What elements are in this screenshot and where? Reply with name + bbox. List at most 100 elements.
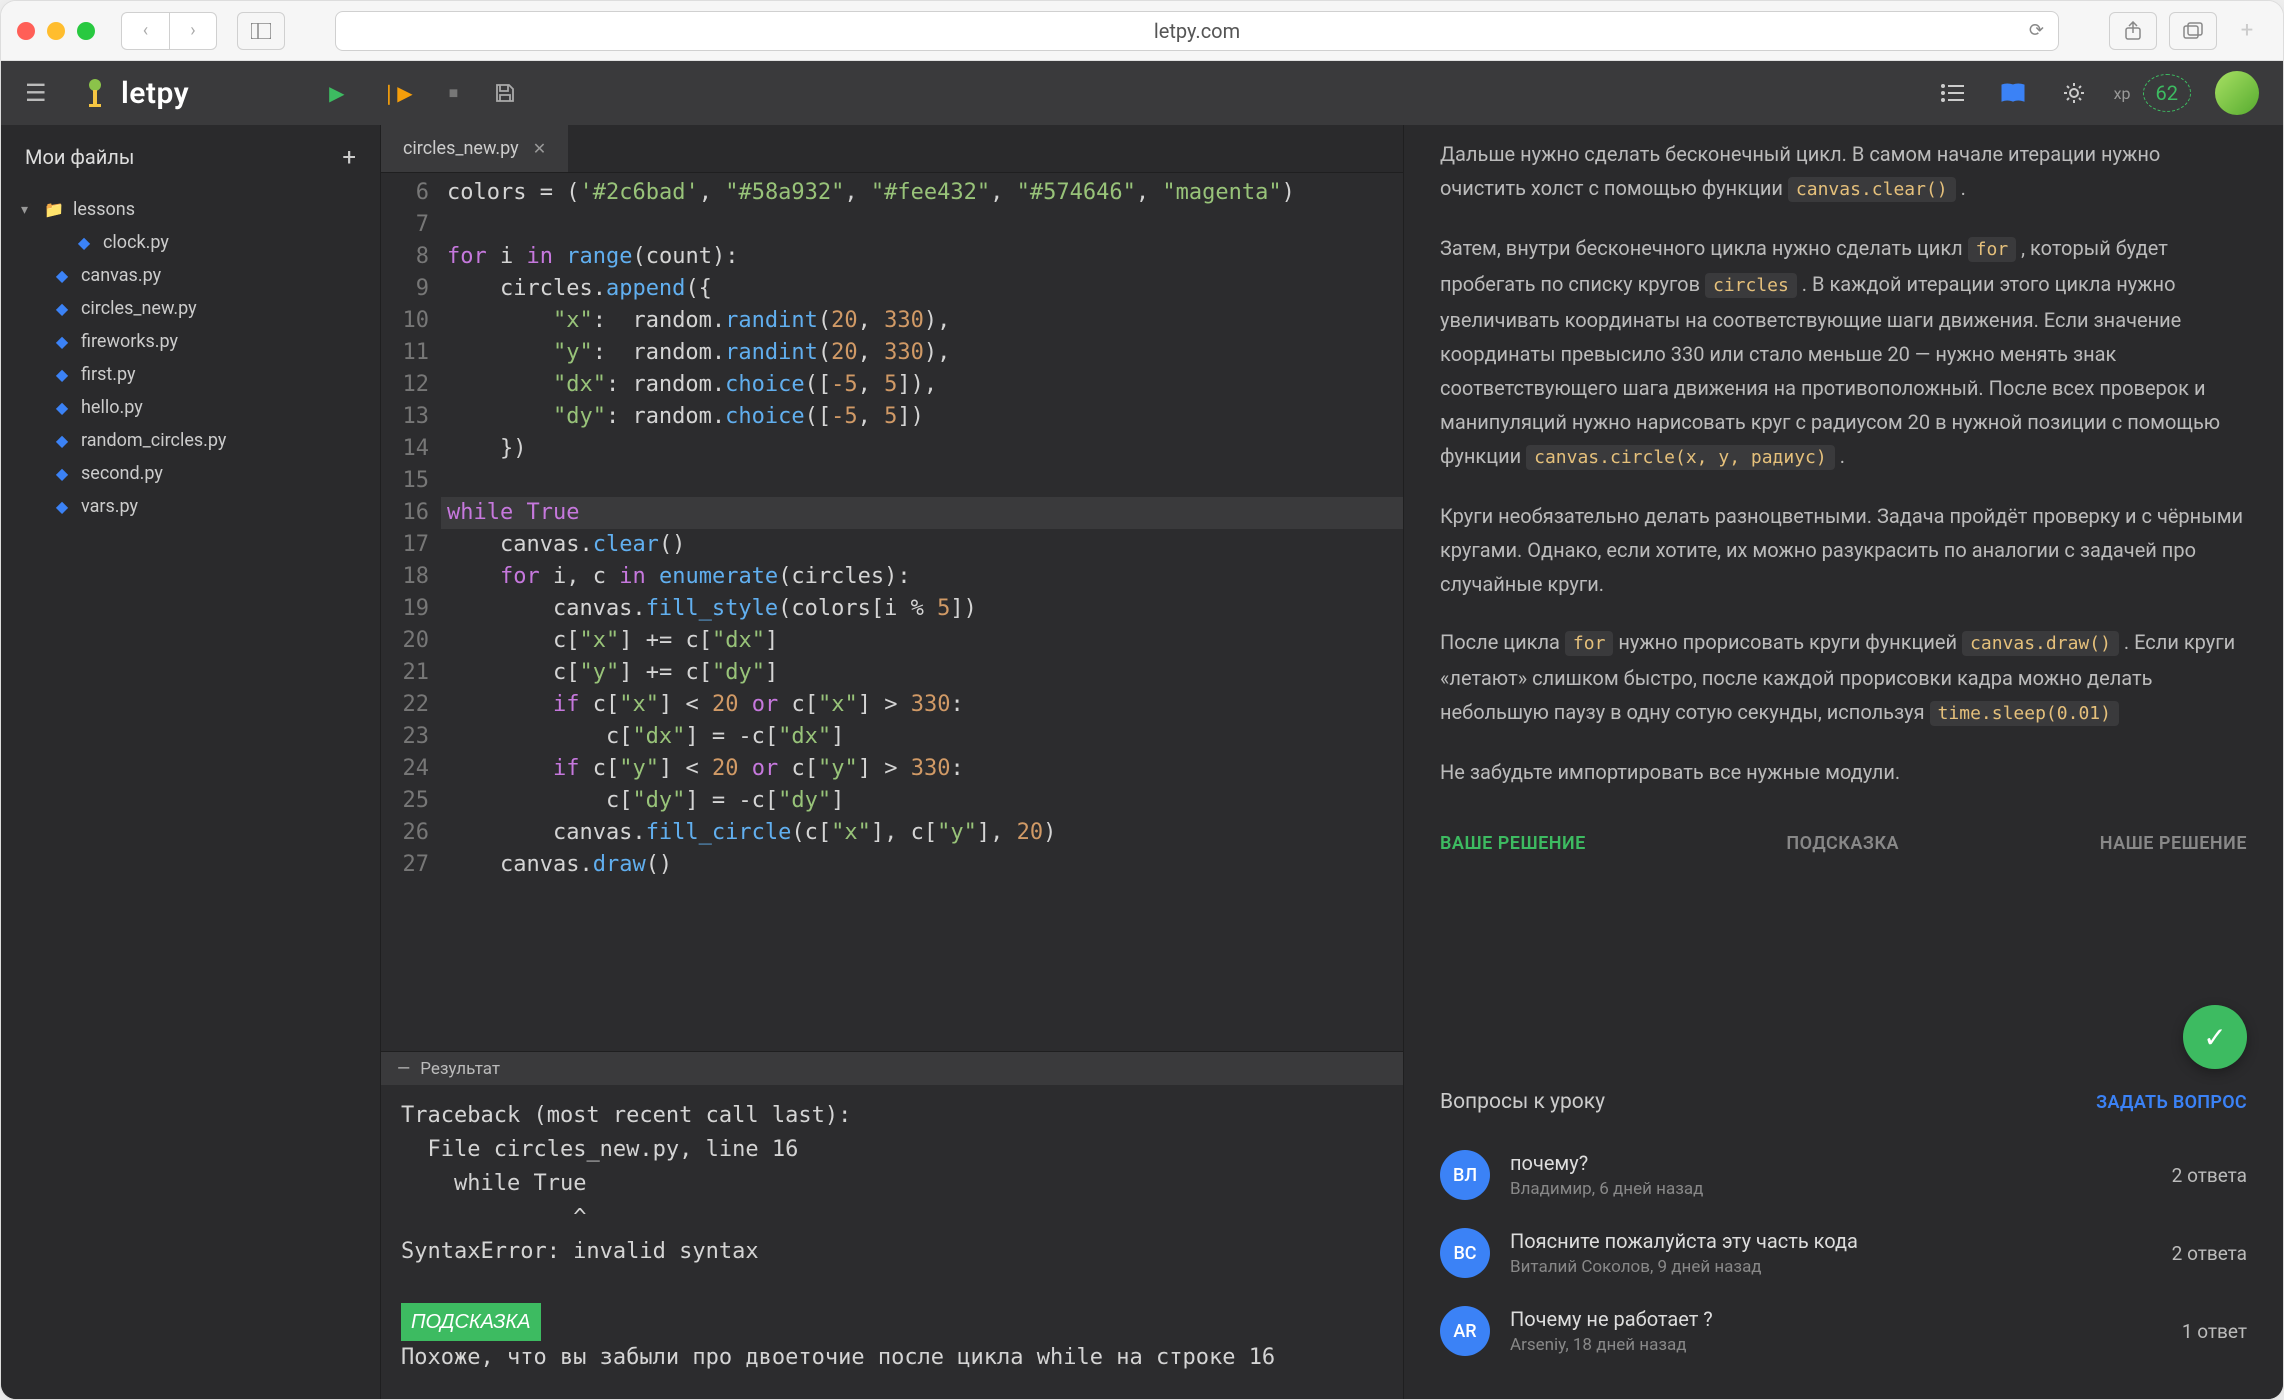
qa-meta: Arseniy, 18 дней назад xyxy=(1510,1335,2162,1355)
avatar[interactable] xyxy=(2215,71,2259,115)
maximize-window-icon[interactable] xyxy=(77,22,95,40)
python-file-icon: ◆ xyxy=(53,300,71,318)
file-item[interactable]: ◆second.py xyxy=(1,457,380,490)
editor: circles_new.py ✕ 67891011121314151617181… xyxy=(381,125,1403,1399)
close-icon[interactable]: ✕ xyxy=(533,139,546,158)
code-body[interactable]: colors = ('#2c6bad', "#58a932", "#fee432… xyxy=(441,173,1403,1051)
file-item[interactable]: ◆ clock.py xyxy=(1,226,380,259)
code-line[interactable]: "y": random.randint(20, 330), xyxy=(441,337,1403,369)
file-item[interactable]: ◆fireworks.py xyxy=(1,325,380,358)
ask-question-button[interactable]: ЗАДАТЬ ВОПРОС xyxy=(2096,1092,2247,1113)
code-line[interactable]: c["dx"] = -c["dx"] xyxy=(441,721,1403,753)
qa-item[interactable]: ВЛпочему?Владимир, 6 дней назад2 ответа xyxy=(1440,1136,2247,1214)
new-tab-button[interactable]: + xyxy=(2227,11,2267,51)
list-icon[interactable] xyxy=(1940,83,1964,103)
result-label: Результат xyxy=(420,1059,500,1079)
code-line[interactable]: while True xyxy=(441,497,1403,529)
code-snippet: circles xyxy=(1705,273,1797,298)
tab-hint[interactable]: ПОДСКАЗКА xyxy=(1786,821,1899,866)
instruction-panel: Дальше нужно сделать бесконечный цикл. В… xyxy=(1403,125,2283,1399)
line-gutter: 6789101112131415161718192021222324252627 xyxy=(381,173,441,1051)
qa-question: Поясните пожалуйста эту часть кода xyxy=(1510,1229,2152,1253)
qa-question: почему? xyxy=(1510,1151,2152,1175)
tabs-button[interactable] xyxy=(2169,12,2217,50)
qa-item[interactable]: ARПочему не работает ?Arseniy, 18 дней н… xyxy=(1440,1292,2247,1370)
editor-tab[interactable]: circles_new.py ✕ xyxy=(381,125,569,172)
share-button[interactable] xyxy=(2109,12,2157,50)
code-line[interactable]: }) xyxy=(441,433,1403,465)
code-line[interactable]: if c["y"] < 20 or c["y"] > 330: xyxy=(441,753,1403,785)
code-line[interactable]: if c["x"] < 20 or c["x"] > 330: xyxy=(441,689,1403,721)
code-line[interactable]: "dx": random.choice([-5, 5]), xyxy=(441,369,1403,401)
file-item[interactable]: ◆ vars.py xyxy=(1,490,380,523)
code-line[interactable]: canvas.fill_style(colors[i % 5]) xyxy=(441,593,1403,625)
file-item[interactable]: ◆hello.py xyxy=(1,391,380,424)
qa-answer-count: 2 ответа xyxy=(2172,1242,2247,1265)
logo-mark-icon xyxy=(81,79,109,107)
code-line[interactable]: canvas.fill_circle(c["x"], c["y"], 20) xyxy=(441,817,1403,849)
url-bar[interactable]: letpy.com ⟳ xyxy=(335,11,2059,51)
qa-section: Вопросы к уроку ЗАДАТЬ ВОПРОС ВЛпочему?В… xyxy=(1404,1066,2283,1394)
refresh-icon[interactable]: ⟳ xyxy=(2029,20,2044,41)
stop-button[interactable]: ■ xyxy=(449,83,459,103)
code-line[interactable]: canvas.clear() xyxy=(441,529,1403,561)
folder-label: lessons xyxy=(73,199,135,220)
hint-text: Похоже, что вы забыли про двоеточие посл… xyxy=(401,1345,1275,1370)
add-file-button[interactable]: + xyxy=(342,143,356,171)
code-line[interactable]: c["x"] += c["dx"] xyxy=(441,625,1403,657)
menu-icon[interactable]: ☰ xyxy=(25,79,53,107)
file-label: circles_new.py xyxy=(81,298,197,319)
book-icon[interactable] xyxy=(2000,82,2026,104)
tab-my-solution[interactable]: ВАШЕ РЕШЕНИЕ xyxy=(1440,821,1586,866)
code-line[interactable]: c["y"] += c["dy"] xyxy=(441,657,1403,689)
code-editor[interactable]: 6789101112131415161718192021222324252627… xyxy=(381,173,1403,1051)
code-line[interactable]: for i in range(count): xyxy=(441,241,1403,273)
file-item[interactable]: ◆random_circles.py xyxy=(1,424,380,457)
code-line[interactable] xyxy=(441,209,1403,241)
file-item[interactable]: ◆canvas.py xyxy=(1,259,380,292)
step-button[interactable]: ❘▶ xyxy=(381,81,413,105)
back-button[interactable]: ‹ xyxy=(121,12,169,50)
file-label: first.py xyxy=(81,364,136,385)
chevron-down-icon: ▾ xyxy=(21,202,35,218)
code-line[interactable]: c["dy"] = -c["dy"] xyxy=(441,785,1403,817)
code-line[interactable]: colors = ('#2c6bad', "#58a932", "#fee432… xyxy=(441,177,1403,209)
submit-fab[interactable]: ✓ xyxy=(2183,1005,2247,1069)
file-item[interactable]: ◆ circles_new.py xyxy=(1,292,380,325)
code-line[interactable]: circles.append({ xyxy=(441,273,1403,305)
code-line[interactable]: "x": random.randint(20, 330), xyxy=(441,305,1403,337)
qa-question: Почему не работает ? xyxy=(1510,1307,2162,1331)
code-line[interactable]: "dy": random.choice([-5, 5]) xyxy=(441,401,1403,433)
folder-item[interactable]: ▾ 📁 lessons xyxy=(1,193,380,226)
code-line[interactable] xyxy=(441,465,1403,497)
qa-item[interactable]: ВС Поясните пожалуйста эту часть кода Вита… xyxy=(1440,1214,2247,1292)
brand-text: letpy xyxy=(121,76,189,111)
result-bar[interactable]: — Результат xyxy=(381,1051,1403,1085)
qa-avatar: ВС xyxy=(1440,1228,1490,1278)
console-output: Traceback (most recent call last): File … xyxy=(381,1085,1403,1399)
code-snippet: for xyxy=(1565,631,1614,656)
qa-meta: Виталий Соколов, 9 дней назад xyxy=(1510,1257,2152,1277)
qa-answer-count: 1 ответ xyxy=(2182,1320,2247,1343)
collapse-icon[interactable]: — xyxy=(397,1059,410,1079)
traceback-text: Traceback (most recent call last): File … xyxy=(401,1103,851,1264)
code-line[interactable]: canvas.draw() xyxy=(441,849,1403,881)
python-file-icon: ◆ xyxy=(53,498,71,516)
code-line[interactable]: for i, c in enumerate(circles): xyxy=(441,561,1403,593)
python-file-icon: ◆ xyxy=(53,432,71,450)
tab-our-solution[interactable]: НАШЕ РЕШЕНИЕ xyxy=(2100,821,2247,866)
gear-icon[interactable] xyxy=(2062,81,2086,105)
logo[interactable]: letpy xyxy=(81,76,189,111)
file-item[interactable]: ◆first.py xyxy=(1,358,380,391)
instruction-text: Дальше нужно сделать бесконечный цикл. В… xyxy=(1404,125,2283,813)
forward-button[interactable]: › xyxy=(169,12,217,50)
sidebar-toggle-button[interactable] xyxy=(237,12,285,50)
file-label: hello.py xyxy=(81,397,143,418)
editor-tabs: circles_new.py ✕ xyxy=(381,125,1403,173)
code-snippet: canvas.clear() xyxy=(1788,177,1956,202)
save-button[interactable] xyxy=(494,82,516,104)
file-label: vars.py xyxy=(81,496,138,517)
run-button[interactable]: ▶ xyxy=(329,81,344,105)
close-window-icon[interactable] xyxy=(17,22,35,40)
minimize-window-icon[interactable] xyxy=(47,22,65,40)
